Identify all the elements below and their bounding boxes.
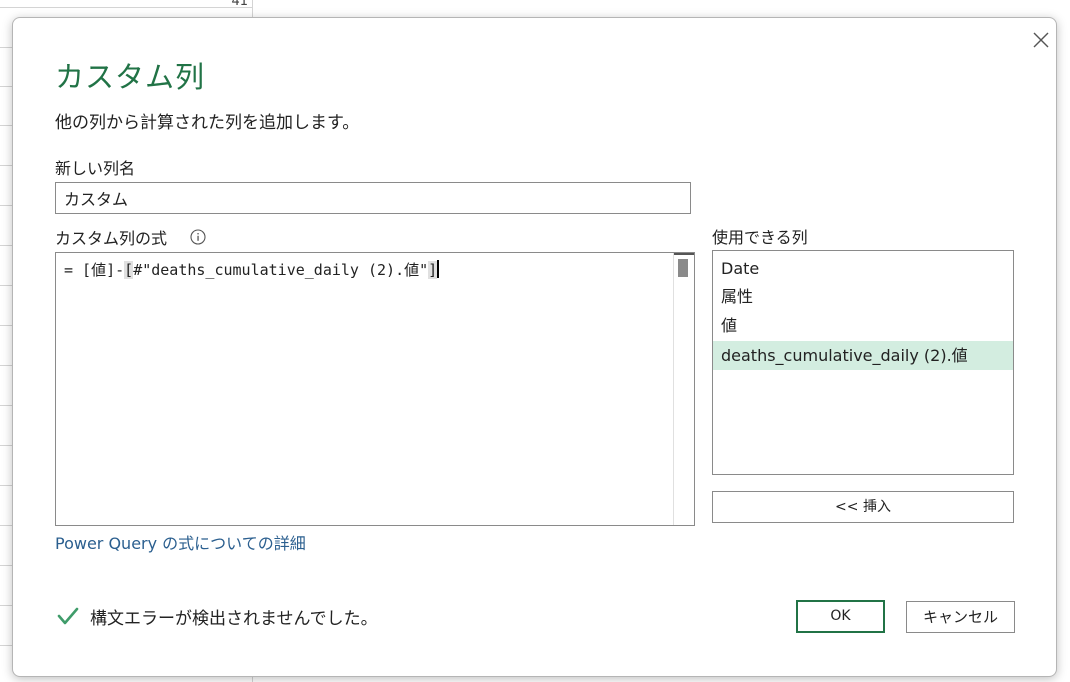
grid-row-line [0, 7, 252, 8]
ok-button[interactable]: OK [796, 600, 885, 633]
info-icon[interactable] [190, 229, 206, 245]
close-icon [1033, 32, 1049, 48]
formula-text[interactable]: = [値]-[#"deaths_cumulative_daily (2).値"] [64, 259, 440, 280]
cancel-button[interactable]: キャンセル [906, 601, 1015, 633]
formula-label: カスタム列の式 [55, 229, 168, 248]
learn-more-link[interactable]: Power Query の式についての詳細 [55, 530, 306, 554]
new-column-name-label: 新しい列名 [55, 159, 136, 178]
formula-open-bracket: [ [124, 261, 134, 279]
available-columns-list[interactable]: Date 属性 値 deaths_cumulative_daily (2).値 [712, 250, 1014, 475]
text-caret [437, 260, 440, 278]
scrollbar-top-edge [674, 253, 694, 255]
close-button[interactable] [1026, 25, 1056, 55]
custom-column-dialog: カスタム列 他の列から計算された列を追加します。 新しい列名 カスタム列の式 =… [12, 17, 1057, 677]
new-column-name-input[interactable] [55, 182, 691, 214]
dialog-title: カスタム列 [55, 60, 206, 94]
available-columns-label: 使用できる列 [712, 228, 808, 247]
formula-scrollbar[interactable] [673, 253, 694, 525]
formula-editor[interactable]: = [値]-[#"deaths_cumulative_daily (2).値"] [55, 252, 695, 526]
checkmark-icon [57, 607, 79, 625]
column-item-date[interactable]: Date [713, 254, 1013, 283]
dialog-subtitle: 他の列から計算された列を追加します。 [55, 113, 360, 133]
column-item-attribute[interactable]: 属性 [713, 282, 1013, 311]
status-message: 構文エラーが検出されませんでした。 [90, 609, 378, 629]
column-item-value[interactable]: 値 [713, 311, 1013, 340]
column-item-deaths-cumulative[interactable]: deaths_cumulative_daily (2).値 [713, 341, 1013, 370]
insert-button[interactable]: << 挿入 [712, 491, 1014, 523]
formula-prefix: = [値]- [64, 261, 125, 279]
scrollbar-thumb[interactable] [678, 259, 688, 277]
formula-body: #"deaths_cumulative_daily (2).値" [133, 261, 429, 279]
formula-close-bracket: ] [428, 261, 438, 279]
